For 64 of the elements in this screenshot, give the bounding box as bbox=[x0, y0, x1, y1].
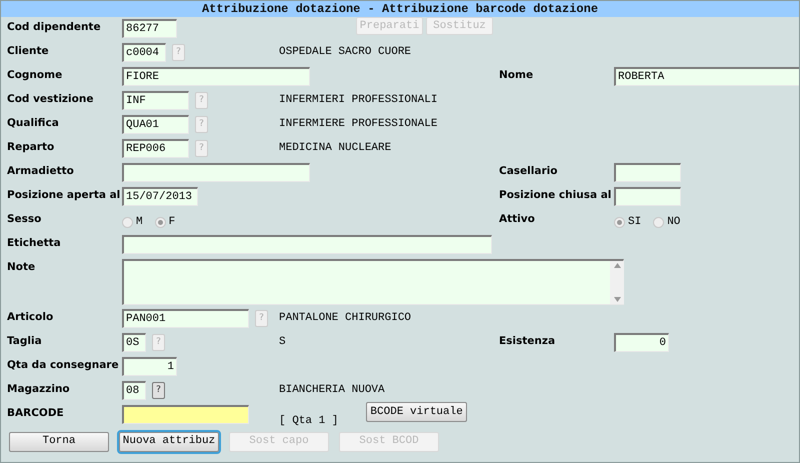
action-button[interactable]: Nuova attribuz bbox=[119, 432, 219, 452]
radio-label: F bbox=[168, 215, 176, 230]
description-text: PANTALONE CHIRURGICO bbox=[278, 311, 412, 326]
radio-label: NO bbox=[667, 215, 680, 230]
field-label: Magazzino bbox=[7, 382, 71, 396]
field-label: Posizione chiusa al bbox=[499, 188, 612, 202]
description-text: MEDICINA NUCLEARE bbox=[278, 141, 392, 156]
radio-button[interactable] bbox=[154, 216, 166, 228]
field-label: Reparto bbox=[7, 140, 56, 154]
input-field[interactable]: REP006 bbox=[122, 139, 189, 158]
input-field[interactable]: ROBERTA bbox=[614, 67, 799, 86]
input-field[interactable]: 0S bbox=[122, 333, 146, 352]
scrollbar[interactable] bbox=[610, 261, 624, 304]
input-field[interactable] bbox=[122, 235, 492, 254]
field-label: Note bbox=[7, 260, 36, 274]
input-field[interactable]: INF bbox=[122, 91, 189, 110]
field-label: Casellario bbox=[499, 164, 558, 178]
field-label: Nome bbox=[499, 68, 534, 82]
field-label: Cognome bbox=[7, 68, 64, 82]
field-label: Articolo bbox=[7, 310, 54, 324]
virtual-barcode-button[interactable]: BCODE virtuale bbox=[366, 402, 467, 422]
field-label: BARCODE bbox=[7, 406, 65, 420]
field-label: Qualifica bbox=[7, 116, 60, 130]
input-field[interactable] bbox=[614, 187, 681, 206]
window-title: Attribuzione dotazione - Attribuzione barcode dotazione bbox=[1, 1, 799, 17]
input-field[interactable] bbox=[122, 163, 310, 182]
field-label: Qta da consegnare bbox=[7, 358, 120, 372]
radio-label: SI bbox=[628, 215, 642, 230]
input-field[interactable]: 0 bbox=[614, 333, 669, 352]
input-field[interactable]: QUA01 bbox=[122, 115, 189, 134]
field-label: Cod vestizione bbox=[7, 92, 94, 106]
description-text: BIANCHERIA NUOVA bbox=[278, 383, 385, 398]
input-field[interactable]: 1 bbox=[122, 357, 177, 376]
input-field[interactable]: 08 bbox=[122, 381, 146, 400]
field-label: Posizione aperta al bbox=[7, 188, 122, 202]
field-label: Attivo bbox=[499, 212, 536, 226]
field-label: Sesso bbox=[7, 212, 42, 226]
field-label: Etichetta bbox=[7, 236, 62, 250]
radio-button[interactable] bbox=[122, 216, 133, 228]
input-field[interactable]: FIORE bbox=[122, 67, 310, 86]
input-field[interactable]: c0004 bbox=[122, 43, 166, 62]
input-field[interactable] bbox=[614, 163, 681, 182]
note-textarea[interactable] bbox=[122, 259, 624, 305]
input-field[interactable]: 15/07/2013 bbox=[122, 187, 198, 206]
barcode-field[interactable] bbox=[122, 405, 249, 424]
description-text: S bbox=[278, 335, 286, 350]
description-text: INFERMIERE PROFESSIONALE bbox=[278, 117, 438, 132]
field-label: Cliente bbox=[7, 44, 50, 58]
input-field[interactable]: 86277 bbox=[122, 19, 177, 38]
scroll-down-icon[interactable] bbox=[614, 297, 620, 302]
field-label: Esistenza bbox=[499, 334, 556, 348]
field-label: Taglia bbox=[7, 334, 43, 348]
radio-label: M bbox=[136, 215, 143, 230]
field-label: Armadietto bbox=[7, 164, 75, 178]
description-text: OSPEDALE SACRO CUORE bbox=[278, 45, 412, 60]
radio-button[interactable] bbox=[653, 216, 664, 228]
quantity-text: [ Qta 1 ] bbox=[278, 414, 338, 429]
scroll-up-icon[interactable] bbox=[614, 263, 620, 268]
action-button[interactable]: Torna bbox=[9, 432, 109, 452]
radio-button[interactable] bbox=[614, 216, 625, 228]
input-field[interactable]: PAN001 bbox=[122, 309, 249, 328]
lookup-button[interactable]: ? bbox=[152, 382, 165, 399]
description-text: INFERMIERI PROFESSIONALI bbox=[278, 93, 438, 108]
field-label: Cod dipendente bbox=[7, 20, 102, 34]
